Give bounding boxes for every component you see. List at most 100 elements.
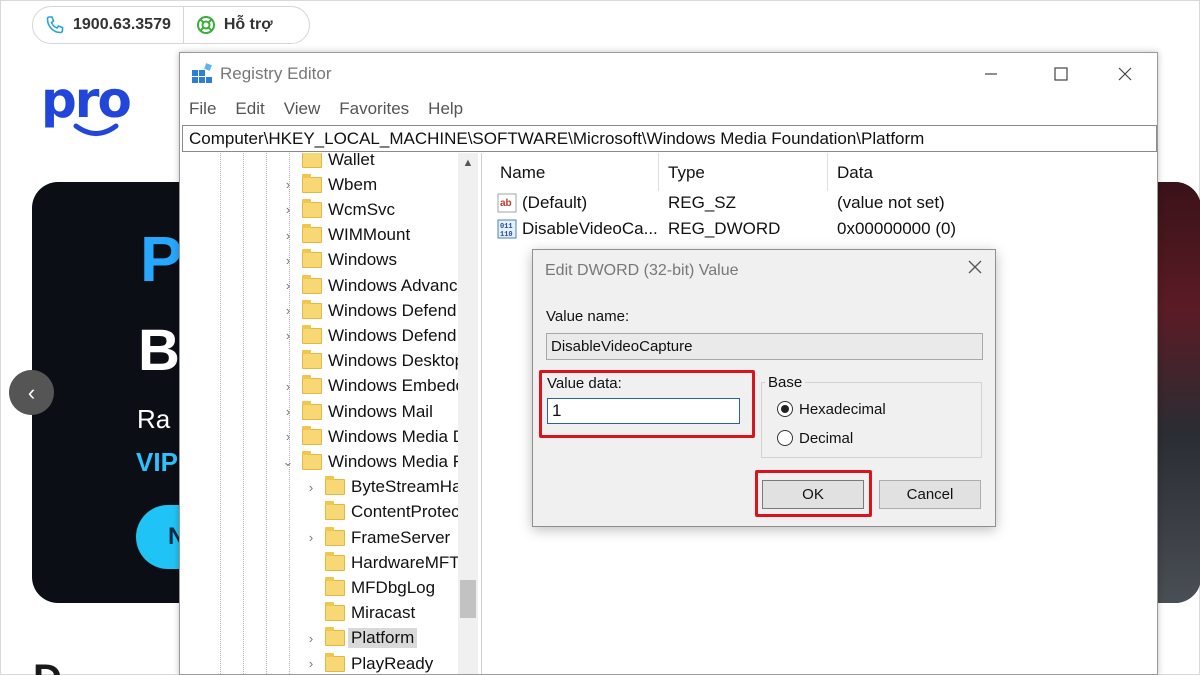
minimize-button[interactable] <box>968 57 1014 91</box>
scroll-thumb[interactable] <box>460 580 476 618</box>
tree-item[interactable]: › Windows Media D <box>280 424 465 449</box>
hotline-link[interactable]: 1900.63.3579 <box>33 7 183 43</box>
decimal-label: Decimal <box>799 429 854 447</box>
tree-item[interactable]: › WcmSvc <box>280 197 395 222</box>
chevron-right-icon[interactable]: › <box>303 480 319 495</box>
tree-item[interactable]: HardwareMFT <box>303 550 460 575</box>
tree-item-label: WIMMount <box>328 225 411 245</box>
address-bar[interactable]: Computer\HKEY_LOCAL_MACHINE\SOFTWARE\Mic… <box>182 125 1157 152</box>
radio-checked-icon[interactable] <box>777 401 793 417</box>
support-label: Hỗ trợ <box>223 16 273 33</box>
tree-item-label: Windows Mail <box>328 401 433 421</box>
folder-icon <box>302 425 322 445</box>
tree-item[interactable]: Wallet <box>280 153 375 172</box>
value-row[interactable]: ab (Default) REG_SZ (value not set) <box>490 191 1157 217</box>
chevron-right-icon[interactable]: › <box>280 429 296 444</box>
folder-icon <box>302 173 322 193</box>
chevron-right-icon[interactable]: › <box>280 379 296 394</box>
key-tree-pane[interactable]: Wallet › Wbem › WcmSvc › WIMMount › Windows › Wind… <box>180 153 482 674</box>
dialog-close-button[interactable] <box>967 258 983 281</box>
tree-item[interactable]: › Windows Defend <box>280 323 457 348</box>
tree-item-label: MFDbgLog <box>351 577 436 597</box>
folder-icon <box>325 627 345 647</box>
tree-item[interactable]: › Windows <box>280 248 397 273</box>
dialog-title: Edit DWORD (32-bit) Value <box>545 262 739 279</box>
tree-item[interactable]: › WIMMount <box>280 223 410 248</box>
tree-item[interactable]: › Wbem <box>280 172 377 197</box>
tree-item[interactable]: › ByteStreamHa <box>303 475 462 500</box>
chevron-down-icon[interactable]: ⌄ <box>280 454 296 470</box>
close-icon <box>1118 67 1132 81</box>
carousel-prev-button[interactable]: ‹ <box>9 370 54 415</box>
title-bar[interactable]: Registry Editor <box>180 53 1157 95</box>
chevron-right-icon[interactable]: › <box>280 228 296 243</box>
tree-scrollbar[interactable]: ▲ <box>458 153 478 674</box>
chevron-right-icon[interactable]: › <box>303 530 319 545</box>
folder-icon <box>302 350 322 370</box>
value-name-label: Value name: <box>546 308 630 325</box>
tree-item[interactable]: › PlayReady <box>303 651 433 674</box>
menu-bar: File Edit View Favorites Help <box>180 95 1157 123</box>
menu-favorites[interactable]: Favorites <box>339 99 409 119</box>
chevron-right-icon[interactable]: › <box>303 656 319 671</box>
lifebuoy-icon <box>196 16 215 34</box>
column-divider[interactable] <box>827 153 828 191</box>
close-button[interactable] <box>1102 57 1148 91</box>
chevron-right-icon[interactable]: › <box>280 328 296 343</box>
window-title: Registry Editor <box>220 64 332 83</box>
tree-item[interactable]: ContentProtec <box>303 500 460 525</box>
tree-item[interactable]: › Windows Embedc <box>280 374 464 399</box>
values-header: Name Type Data <box>490 153 1157 191</box>
column-name[interactable]: Name <box>500 163 545 183</box>
tree-item[interactable]: › FrameServer <box>303 525 450 550</box>
tree-item-label: ContentProtec <box>351 502 460 522</box>
column-type[interactable]: Type <box>668 163 705 183</box>
value-data-input[interactable] <box>547 398 740 424</box>
decimal-radio[interactable]: Decimal <box>777 428 853 448</box>
site-logo[interactable]: pro <box>41 71 132 129</box>
string-value-icon: ab <box>497 193 517 213</box>
menu-file[interactable]: File <box>189 99 216 119</box>
tree-item[interactable]: MFDbgLog <box>303 575 435 600</box>
tree-item[interactable]: › Windows Advanc <box>280 273 457 298</box>
chevron-right-icon[interactable]: › <box>280 278 296 293</box>
chevron-right-icon[interactable]: › <box>280 177 296 192</box>
column-divider[interactable] <box>658 153 659 191</box>
section-heading: D <box>33 659 62 675</box>
tree-item[interactable]: Windows Desktop <box>280 349 464 374</box>
banner-product-image <box>1157 182 1200 603</box>
folder-icon <box>325 652 345 672</box>
scroll-up-icon[interactable]: ▲ <box>458 153 478 173</box>
radio-unchecked-icon[interactable] <box>777 430 793 446</box>
column-data[interactable]: Data <box>837 163 873 183</box>
menu-view[interactable]: View <box>284 99 321 119</box>
chevron-right-icon[interactable]: › <box>303 631 319 646</box>
menu-help[interactable]: Help <box>428 99 463 119</box>
ok-button[interactable]: OK <box>762 480 864 509</box>
hexadecimal-radio[interactable]: Hexadecimal <box>777 399 886 419</box>
tree-item[interactable]: › Windows Mail <box>280 399 433 424</box>
tree-item-label: Miracast <box>351 603 416 623</box>
support-link[interactable]: Hỗ trợ <box>182 7 285 43</box>
chevron-right-icon[interactable]: › <box>280 404 296 419</box>
chevron-right-icon[interactable]: › <box>280 303 296 318</box>
value-name-field[interactable]: DisableVideoCapture <box>546 333 983 360</box>
folder-icon <box>302 249 322 269</box>
folder-icon <box>325 476 345 496</box>
maximize-button[interactable] <box>1038 57 1084 91</box>
tree-item[interactable]: › Platform <box>303 626 418 651</box>
tree-item[interactable]: ⌄ Windows Media F <box>280 449 463 474</box>
edit-dword-dialog[interactable]: Edit DWORD (32-bit) Value Value name: Di… <box>532 249 996 527</box>
value-name: (Default) <box>522 193 588 212</box>
folder-icon <box>302 400 322 420</box>
tree-item-label: WcmSvc <box>328 199 396 219</box>
chevron-right-icon[interactable]: › <box>280 202 296 217</box>
chevron-right-icon[interactable]: › <box>280 253 296 268</box>
cancel-button[interactable]: Cancel <box>879 480 981 509</box>
tree-item[interactable]: › Windows Defend <box>280 298 457 323</box>
value-row[interactable]: 011 110 DisableVideoCa... REG_DWORD 0x000… <box>490 217 1157 243</box>
menu-edit[interactable]: Edit <box>235 99 264 119</box>
chevron-left-icon: ‹ <box>27 379 36 405</box>
tree-item[interactable]: Miracast <box>303 601 415 626</box>
tree-item-label: Windows Advanc <box>328 275 458 295</box>
